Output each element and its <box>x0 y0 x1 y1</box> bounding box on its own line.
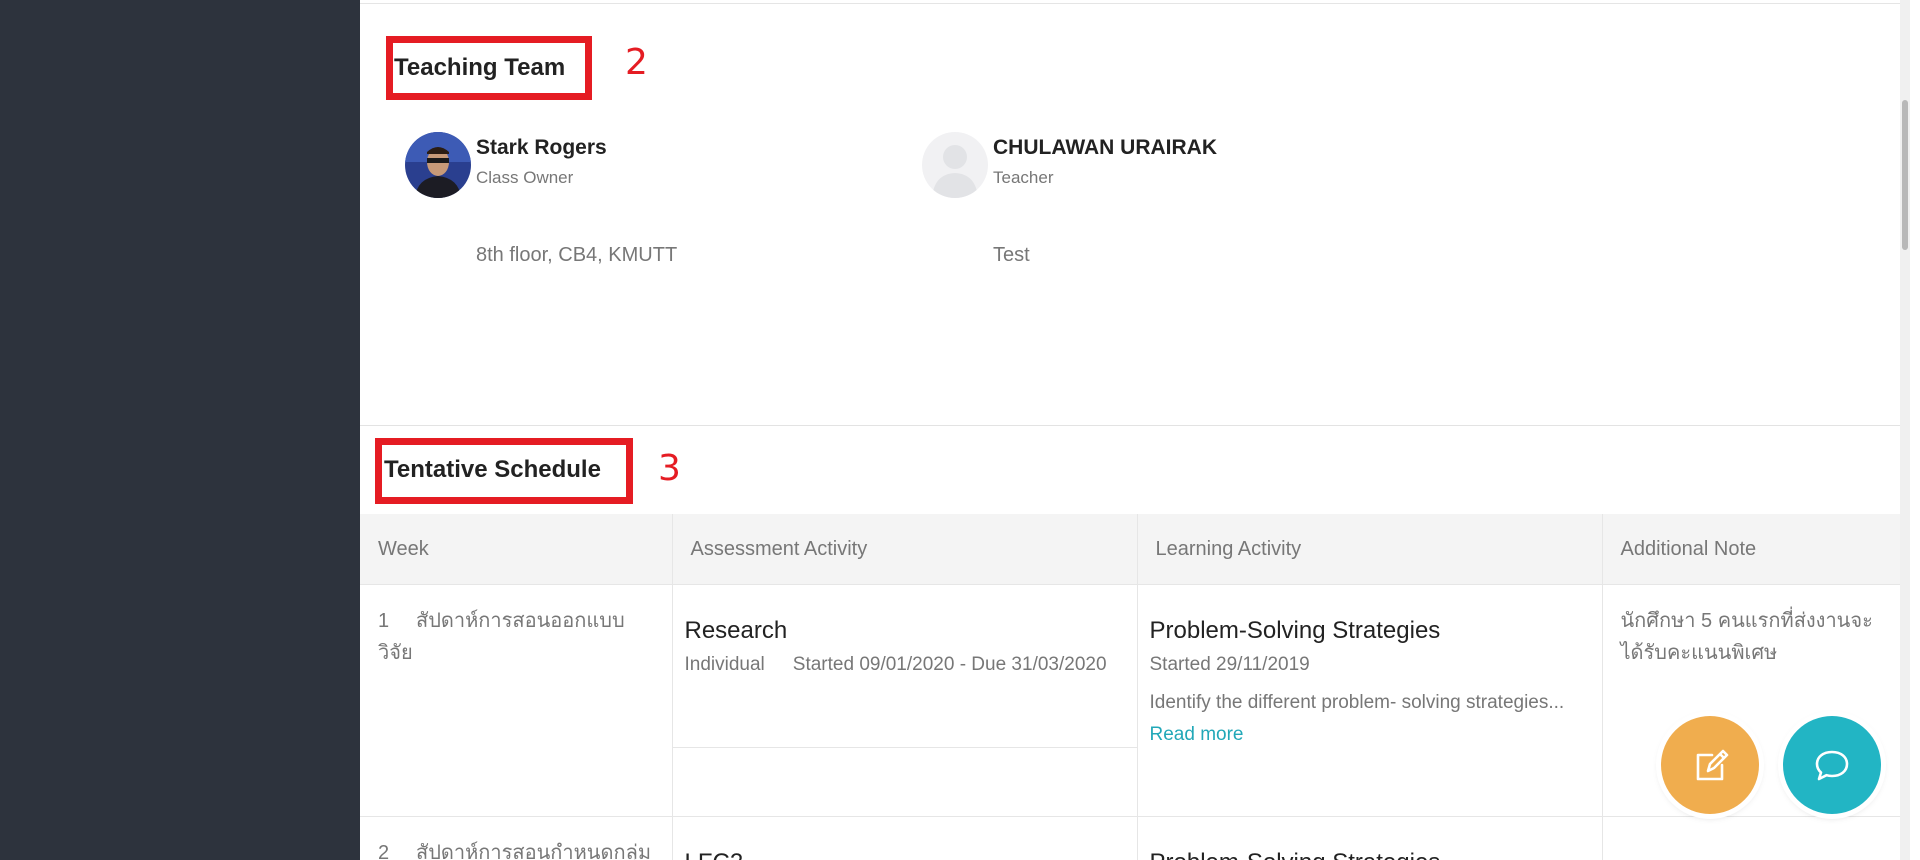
read-more-link[interactable]: Read more <box>1150 719 1584 751</box>
chat-button[interactable] <box>1783 716 1881 814</box>
vertical-scrollbar[interactable] <box>1900 0 1910 860</box>
assessment-cell[interactable]: Research Individual Started 09/01/2020 - … <box>672 584 1138 817</box>
member-role: Class Owner <box>476 168 574 187</box>
section-divider <box>360 425 1900 426</box>
teaching-team-title: Teaching Team <box>394 54 566 81</box>
assessment-cell[interactable]: LFC2 <box>672 816 1138 860</box>
assessment-empty-slot <box>672 747 1137 816</box>
column-header-note: Additional Note <box>1602 514 1910 585</box>
edit-note-icon <box>1696 749 1729 781</box>
avatar <box>922 132 988 198</box>
week-label: สัปดาห์การสอนกำหนดกลุ่ม <box>416 842 652 860</box>
assessment-type: Individual <box>684 654 765 675</box>
assessment-title[interactable]: Research <box>685 613 1119 649</box>
user-photo-icon <box>405 132 471 198</box>
member-name: Stark Rogers <box>476 136 607 159</box>
note-cell <box>1602 816 1910 860</box>
default-user-icon <box>932 145 978 198</box>
annotation-number-2: 2 <box>625 42 648 83</box>
member-role: Teacher <box>993 168 1054 187</box>
learning-description: Identify the different problem- solving … <box>1149 692 1565 713</box>
learning-started: Started 29/11/2019 <box>1149 654 1310 675</box>
avatar <box>405 132 471 198</box>
sidebar <box>0 0 360 860</box>
learning-title[interactable]: Problem-Solving Strategies <box>1150 845 1584 860</box>
top-divider <box>360 3 1910 4</box>
column-header-assessment: Assessment Activity <box>672 514 1138 585</box>
week-cell: 2 สัปดาห์การสอนกำหนดกลุ่ม <box>360 816 673 860</box>
schedule-table: Week Assessment Activity Learning Activi… <box>360 514 1910 860</box>
member-office: 8th floor, CB4, KMUTT <box>476 244 678 266</box>
table-row: 2 สัปดาห์การสอนกำหนดกลุ่ม LFC2 Problem-So… <box>360 816 1910 860</box>
assessment-title[interactable]: LFC2 <box>685 845 1119 860</box>
member-office: Test <box>993 244 1030 266</box>
week-cell: 1 สัปดาห์การสอนออกแบบวิจัย <box>360 584 673 817</box>
column-header-week: Week <box>360 514 673 585</box>
assessment-dates: Started 09/01/2020 - Due 31/03/2020 <box>792 654 1107 675</box>
table-header-row: Week Assessment Activity Learning Activi… <box>360 514 1910 585</box>
edit-note-button[interactable] <box>1661 716 1759 814</box>
learning-cell: Problem-Solving Strategies Started 29/11… <box>1137 584 1603 817</box>
member-name: CHULAWAN URAIRAK <box>993 136 1217 159</box>
chat-bubble-icon <box>1815 750 1849 781</box>
week-number: 2 <box>378 842 390 860</box>
scrollbar-thumb[interactable] <box>1902 100 1908 250</box>
additional-note: นักศึกษา 5 คนแรกที่ส่งงานจะได้รับคะแนนพิ… <box>1620 610 1873 664</box>
column-header-learning: Learning Activity <box>1137 514 1603 585</box>
learning-cell: Problem-Solving Strategies <box>1137 816 1603 860</box>
learning-title[interactable]: Problem-Solving Strategies <box>1150 613 1584 649</box>
schedule-title: Tentative Schedule <box>384 456 601 483</box>
week-number: 1 <box>378 610 390 632</box>
annotation-number-3: 3 <box>658 448 681 489</box>
